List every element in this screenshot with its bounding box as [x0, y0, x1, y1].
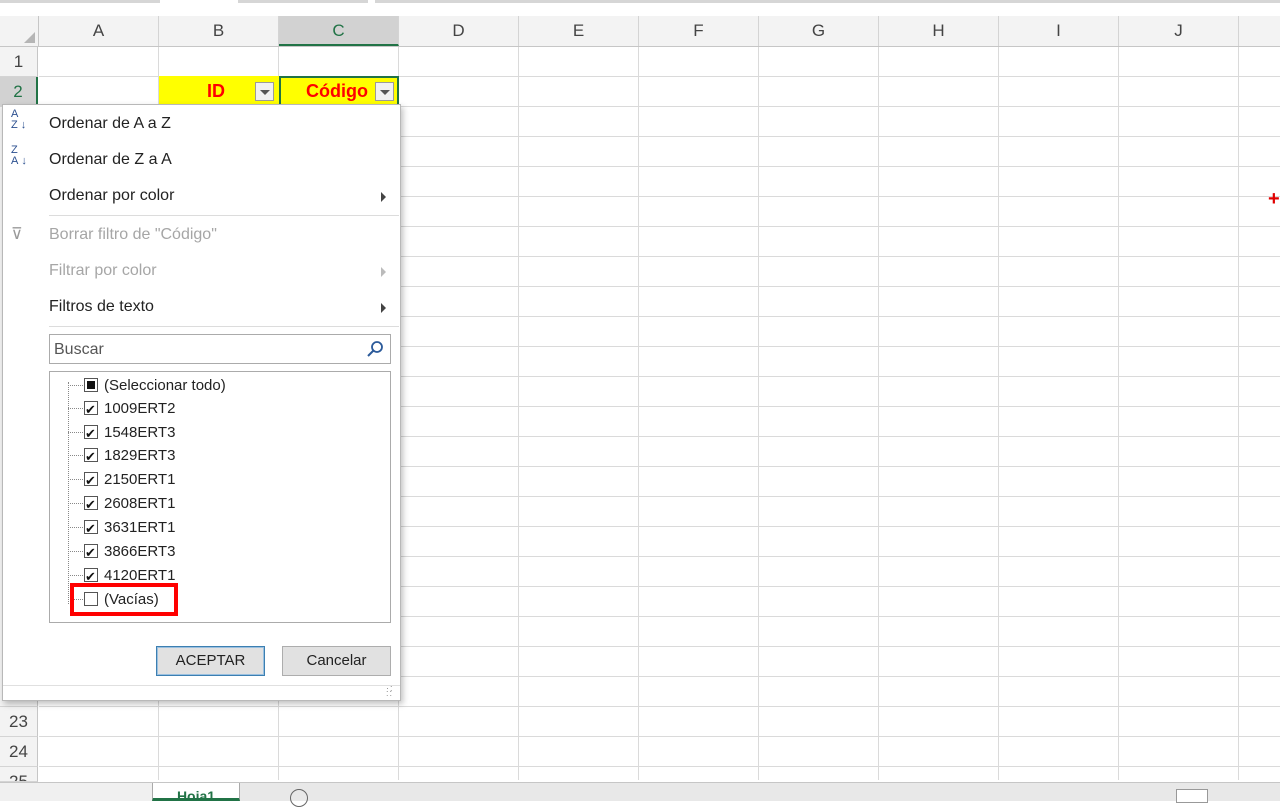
filter-search-box	[49, 334, 391, 364]
checkbox[interactable]	[84, 517, 98, 540]
add-sheet-icon[interactable]	[290, 789, 308, 807]
ok-button[interactable]: ACEPTAR	[156, 646, 265, 676]
column-headers: A B C D E F G H I J	[0, 16, 1280, 47]
checkbox[interactable]	[84, 541, 98, 564]
checkbox[interactable]	[84, 469, 98, 492]
id-header-label: ID	[207, 81, 225, 101]
row-header-23[interactable]: 23	[0, 707, 38, 737]
column-header-b[interactable]: B	[159, 16, 279, 46]
column-header-e[interactable]: E	[519, 16, 639, 46]
sheet-tab-active[interactable]: Hoja1	[152, 783, 240, 801]
horizontal-scrollbar[interactable]	[1176, 789, 1208, 803]
column-header-d[interactable]: D	[399, 16, 519, 46]
column-header-k[interactable]	[1239, 16, 1280, 46]
filter-dropdown-button-id[interactable]	[255, 82, 274, 101]
ribbon-edge	[0, 0, 1280, 16]
row-header-2[interactable]: 2	[0, 77, 38, 107]
search-icon[interactable]	[366, 340, 384, 358]
submenu-arrow-icon	[381, 303, 386, 313]
checkbox[interactable]	[84, 398, 98, 421]
column-header-i[interactable]: I	[999, 16, 1119, 46]
cell-c2-codigo[interactable]: Código	[279, 76, 399, 106]
menu-sort-az[interactable]: AZ ↓ Ordenar de A a Z	[3, 107, 400, 141]
column-header-h[interactable]: H	[879, 16, 999, 46]
menu-filter-by-color: Filtrar por color	[3, 254, 400, 288]
column-header-c[interactable]: C	[279, 16, 399, 46]
clear-filter-icon: ⊽	[11, 226, 23, 243]
filter-search-input[interactable]	[52, 337, 361, 363]
menu-separator	[49, 326, 399, 327]
sheet-nav	[0, 783, 152, 801]
menu-sort-by-color[interactable]: Ordenar por color	[3, 179, 400, 213]
column-header-j[interactable]: J	[1119, 16, 1239, 46]
row-header-1[interactable]: 1	[0, 47, 38, 77]
codigo-header-label: Código	[306, 81, 368, 101]
submenu-arrow-icon	[381, 192, 386, 202]
cell-b2-id[interactable]: ID	[159, 76, 279, 106]
checkbox[interactable]	[84, 445, 98, 468]
resize-grip-icon[interactable]: ·:::	[386, 684, 396, 698]
checkbox[interactable]	[84, 565, 98, 588]
menu-clear-filter: ⊽ Borrar filtro de "Código"	[3, 218, 400, 252]
autofilter-dropdown: AZ ↓ Ordenar de A a Z ZA ↓ Ordenar de Z …	[2, 104, 401, 701]
row-header-24[interactable]: 24	[0, 737, 38, 767]
row-header-25[interactable]: 25	[0, 767, 38, 782]
column-header-g[interactable]: G	[759, 16, 879, 46]
highlight-box-blanks	[70, 583, 178, 616]
checkbox[interactable]	[84, 493, 98, 516]
red-plus-marker: +	[1268, 188, 1280, 210]
filter-dropdown-button-codigo[interactable]	[375, 82, 394, 101]
checkbox[interactable]	[84, 422, 98, 445]
cancel-button[interactable]: Cancelar	[282, 646, 391, 676]
menu-sort-za[interactable]: ZA ↓ Ordenar de Z a A	[3, 143, 400, 177]
menu-separator	[49, 215, 399, 216]
column-header-a[interactable]: A	[39, 16, 159, 46]
sort-za-icon: ZA ↓	[11, 144, 27, 167]
submenu-arrow-icon	[381, 267, 386, 277]
sheet-tab-bar: Hoja1	[0, 782, 1280, 807]
sort-az-icon: AZ ↓	[11, 108, 27, 131]
checkbox[interactable]	[84, 378, 98, 392]
select-all-corner[interactable]	[0, 16, 39, 46]
column-header-f[interactable]: F	[639, 16, 759, 46]
menu-text-filters[interactable]: Filtros de texto	[3, 290, 400, 324]
